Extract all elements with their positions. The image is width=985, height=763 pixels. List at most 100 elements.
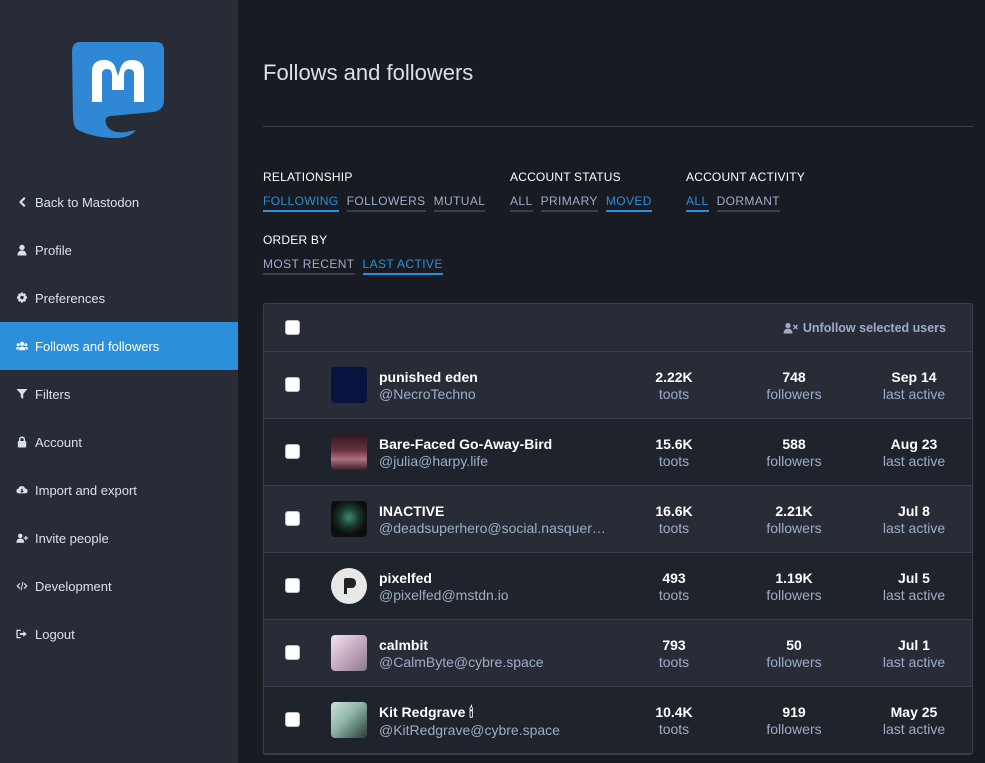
last-active-label: last active — [882, 721, 946, 737]
sidebar-item-label: Back to Mastodon — [35, 194, 140, 210]
sidebar-item-invite-people[interactable]: Invite people — [0, 514, 238, 562]
filter-option-mutual[interactable]: MUTUAL — [433, 194, 486, 212]
filter-relationship: RELATIONSHIP FOLLOWING FOLLOWERS MUTUAL — [263, 170, 486, 212]
sidebar-item-back-to-mastodon[interactable]: Back to Mastodon — [0, 178, 238, 226]
accounts-table: Unfollow selected users punished eden @N… — [263, 303, 973, 755]
account-handle: @pixelfed@mstdn.io — [379, 587, 509, 603]
filter-option-primary[interactable]: PRIMARY — [540, 194, 598, 212]
sidebar-item-profile[interactable]: Profile — [0, 226, 238, 274]
row-checkbox[interactable] — [285, 712, 300, 727]
avatar[interactable] — [331, 367, 367, 403]
filter-option-most-recent[interactable]: MOST RECENT — [263, 257, 355, 275]
divider — [263, 126, 973, 127]
filter-option-moved[interactable]: MOVED — [605, 194, 652, 212]
sidebar-item-label: Preferences — [35, 290, 106, 306]
display-name[interactable]: punished eden — [379, 369, 611, 385]
toots-label: toots — [658, 721, 690, 737]
last-active-date: Jul 8 — [898, 503, 930, 519]
avatar[interactable] — [331, 434, 367, 470]
unfollow-selected-button[interactable]: Unfollow selected users — [783, 321, 946, 335]
filter-account-status: ACCOUNT STATUS ALL PRIMARY MOVED — [510, 170, 652, 212]
account-handle: @deadsuperhero@social.nasqueron.org — [379, 520, 611, 536]
table-row: Kit Redgrave 🕯 @KitRedgrave@cybre.space … — [264, 687, 972, 754]
account-handle: @julia@harpy.life — [379, 453, 489, 469]
cloud-download-icon — [15, 483, 29, 497]
row-checkbox[interactable] — [285, 511, 300, 526]
filter-option-following[interactable]: FOLLOWING — [263, 194, 339, 212]
page-title: Follows and followers — [263, 60, 474, 85]
avatar[interactable] — [331, 501, 367, 537]
last-active-date: Sep 14 — [891, 369, 937, 385]
sidebar-item-label: Follows and followers — [35, 338, 160, 354]
table-rows: punished eden @NecroTechno 2.22K toots 74… — [264, 352, 972, 754]
chevron-left-icon — [15, 195, 29, 209]
toots-count: 16.6K — [655, 503, 693, 519]
sidebar: Back to Mastodon Profile Preferences Fol… — [0, 0, 238, 763]
filter-option-all[interactable]: ALL — [510, 194, 533, 212]
filter-option-last-active[interactable]: LAST ACTIVE — [362, 257, 443, 275]
account-handle: @NecroTechno — [379, 386, 476, 402]
followers-label: followers — [766, 587, 822, 603]
sidebar-item-logout[interactable]: Logout — [0, 610, 238, 658]
mastodon-logo[interactable] — [70, 38, 166, 138]
sidebar-item-development[interactable]: Development — [0, 562, 238, 610]
row-checkbox[interactable] — [285, 578, 300, 593]
sidebar-item-import-and-export[interactable]: Import and export — [0, 466, 238, 514]
sidebar-nav: Back to Mastodon Profile Preferences Fol… — [0, 178, 238, 658]
last-active-label: last active — [882, 386, 946, 402]
toots-count: 15.6K — [655, 436, 693, 452]
followers-count: 588 — [782, 436, 806, 452]
filter-option-dormant[interactable]: DORMANT — [716, 194, 781, 212]
lock-icon — [15, 435, 29, 449]
display-name[interactable]: pixelfed — [379, 570, 611, 586]
sidebar-item-label: Import and export — [35, 482, 137, 498]
followers-count: 748 — [782, 369, 806, 385]
user-times-icon — [783, 322, 798, 333]
row-checkbox[interactable] — [285, 377, 300, 392]
account-handle: @KitRedgrave@cybre.space — [379, 722, 560, 738]
display-name[interactable]: INACTIVE — [379, 503, 611, 519]
sign-out-icon — [15, 627, 29, 641]
row-checkbox[interactable] — [285, 444, 300, 459]
users-icon — [15, 339, 29, 353]
user-plus-icon — [15, 531, 29, 545]
followers-count: 50 — [786, 637, 802, 653]
display-name[interactable]: Kit Redgrave 🕯 — [379, 704, 611, 721]
table-row: INACTIVE @deadsuperhero@social.nasqueron… — [264, 486, 972, 553]
user-icon — [15, 243, 29, 257]
avatar[interactable] — [331, 702, 367, 738]
display-name[interactable]: calmbit — [379, 637, 611, 653]
table-header: Unfollow selected users — [264, 304, 972, 352]
followers-count: 2.21K — [775, 503, 813, 519]
last-active-label: last active — [882, 520, 946, 536]
filter-account-activity: ACCOUNT ACTIVITY ALL DORMANT — [686, 170, 805, 212]
sidebar-item-filters[interactable]: Filters — [0, 370, 238, 418]
followers-count: 1.19K — [775, 570, 813, 586]
filter-label: ORDER BY — [263, 233, 328, 247]
account-handle: @CalmByte@cybre.space — [379, 654, 544, 670]
followers-label: followers — [766, 386, 822, 402]
last-active-date: Jul 1 — [898, 637, 930, 653]
filter-icon — [15, 387, 29, 401]
avatar[interactable] — [331, 635, 367, 671]
filter-option-all-activity[interactable]: ALL — [686, 194, 709, 212]
sidebar-item-account[interactable]: Account — [0, 418, 238, 466]
code-icon — [15, 579, 29, 593]
toots-count: 793 — [662, 637, 686, 653]
filter-label: ACCOUNT STATUS — [510, 170, 621, 184]
followers-label: followers — [766, 654, 822, 670]
toots-count: 2.22K — [655, 369, 693, 385]
toots-label: toots — [658, 654, 690, 670]
last-active-label: last active — [882, 587, 946, 603]
unfollow-selected-label: Unfollow selected users — [802, 320, 946, 335]
avatar[interactable] — [331, 568, 367, 604]
sidebar-item-follows-and-followers[interactable]: Follows and followers — [0, 322, 238, 370]
sidebar-item-label: Invite people — [35, 530, 109, 546]
followers-label: followers — [766, 520, 822, 536]
select-all-checkbox[interactable] — [285, 320, 300, 335]
filter-option-followers[interactable]: FOLLOWERS — [346, 194, 426, 212]
row-checkbox[interactable] — [285, 645, 300, 660]
display-name[interactable]: Bare-Faced Go-Away-Bird — [379, 436, 611, 452]
followers-label: followers — [766, 453, 822, 469]
sidebar-item-preferences[interactable]: Preferences — [0, 274, 238, 322]
